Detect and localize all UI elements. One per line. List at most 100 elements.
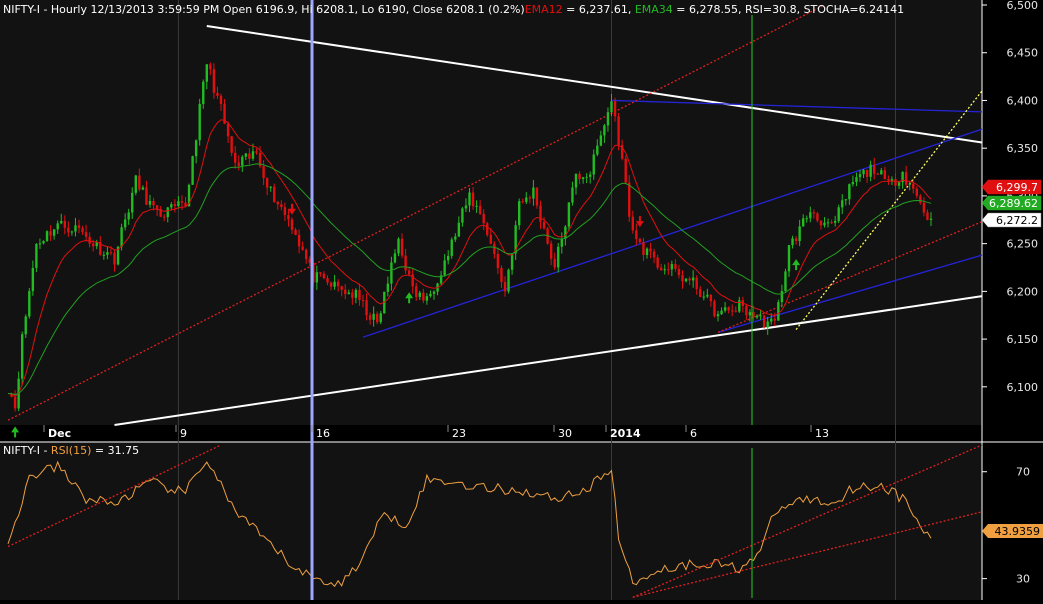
chart-window: 6,5006,4506,4006,3506,3006,2506,2006,150… (0, 0, 1043, 600)
date-tick-label: 16 (316, 427, 330, 440)
candle-body (340, 286, 343, 290)
candle-body (56, 223, 59, 230)
chart-canvas[interactable]: 6,5006,4506,4006,3506,3006,2506,2006,150… (0, 0, 1043, 600)
candle-body (865, 169, 869, 177)
candle-body (344, 289, 347, 294)
candle-body (777, 302, 780, 321)
rsi-header-label: RSI(15) (51, 444, 91, 457)
candle-body (301, 246, 304, 250)
candle-body (45, 231, 49, 242)
candle-body (699, 289, 702, 297)
candle-body (848, 184, 851, 200)
candle-body (368, 315, 372, 320)
candle-body (748, 312, 752, 316)
candle-body (198, 103, 201, 141)
candle-body (138, 175, 141, 190)
candle-body (336, 281, 340, 287)
candle-body (447, 255, 450, 261)
candle-body (422, 292, 425, 301)
candle-body (645, 248, 649, 255)
candle-body (773, 318, 776, 321)
header-ema12-label: EMA12 (525, 3, 563, 16)
candle-body (833, 220, 837, 223)
candle-body (347, 292, 350, 294)
candle-body (791, 238, 794, 246)
candle-body (638, 239, 642, 243)
date-tick-label: 9 (180, 427, 187, 440)
candle-body (851, 181, 855, 185)
x-axis-strip (0, 425, 982, 442)
date-tick-label: 30 (558, 427, 572, 440)
candle-body (862, 169, 865, 175)
candle-body (194, 140, 198, 157)
candle-body (912, 183, 915, 189)
candle-body (468, 192, 471, 206)
candle-body (670, 264, 674, 270)
candle-body (841, 200, 844, 208)
candle-body (407, 270, 411, 275)
candle-body (205, 64, 208, 82)
candle-body (844, 199, 847, 201)
candle-body (212, 69, 216, 93)
candle-body (400, 238, 404, 256)
candle-body (365, 300, 368, 316)
candle-body (578, 173, 581, 180)
candle-body (305, 249, 308, 259)
candle-body (180, 201, 184, 203)
candle-body (830, 222, 833, 224)
header-ema34-label: EMA34 (635, 3, 673, 16)
candle-body (269, 186, 272, 188)
right-axis-background (982, 0, 1043, 600)
candle-body (599, 135, 603, 146)
candle-body (873, 164, 876, 174)
candle-body (24, 316, 27, 335)
candle-body (603, 125, 606, 136)
candle-body (887, 179, 890, 181)
candle-body (461, 208, 464, 223)
candle-body (592, 154, 595, 175)
candle-body (230, 136, 233, 153)
candle-body (706, 294, 709, 297)
candle-body (287, 215, 290, 220)
candle-body (780, 291, 784, 303)
candle-body (837, 207, 840, 221)
candle-body (123, 219, 127, 228)
candle-body (326, 278, 329, 283)
candle-body (28, 291, 31, 317)
candle-body (393, 253, 397, 263)
candle-body (660, 267, 663, 271)
candle-body (784, 271, 787, 292)
candle-body (131, 192, 134, 213)
candle-body (510, 253, 514, 270)
rsi-panel-background (0, 442, 982, 600)
candle-body (297, 234, 301, 247)
candle-body (581, 177, 585, 180)
candle-body (734, 310, 737, 312)
header-ema34-value: = 6,278.55, RSI=30.8, STOCHA=6.24141 (673, 3, 904, 16)
candle-body (606, 112, 610, 126)
candle-body (702, 296, 705, 298)
price-tick-label: 6,150 (1007, 333, 1039, 346)
candle-body (762, 315, 766, 328)
candle-body (202, 81, 205, 104)
candle-body (496, 253, 500, 269)
candle-body (489, 234, 492, 244)
candle-body (652, 251, 656, 258)
candle-body (333, 281, 336, 287)
candle-body (244, 153, 248, 157)
price-tag-label: 6,272.2 (996, 214, 1038, 227)
candle-body (798, 226, 801, 242)
candle-body (826, 222, 830, 224)
chart-header: NIFTY-I - Hourly 12/13/2013 3:59:59 PM O… (3, 3, 904, 16)
candle-body (922, 202, 926, 213)
candle-body (723, 307, 727, 311)
candle-body (663, 269, 666, 271)
candle-body (677, 268, 681, 276)
candle-body (464, 205, 468, 209)
candle-body (585, 176, 588, 178)
candle-body (549, 243, 553, 259)
date-tick-label: 23 (452, 427, 466, 440)
candle-body (234, 152, 237, 163)
rsi-tick-label: 70 (1016, 466, 1030, 479)
candle-body (628, 182, 631, 217)
